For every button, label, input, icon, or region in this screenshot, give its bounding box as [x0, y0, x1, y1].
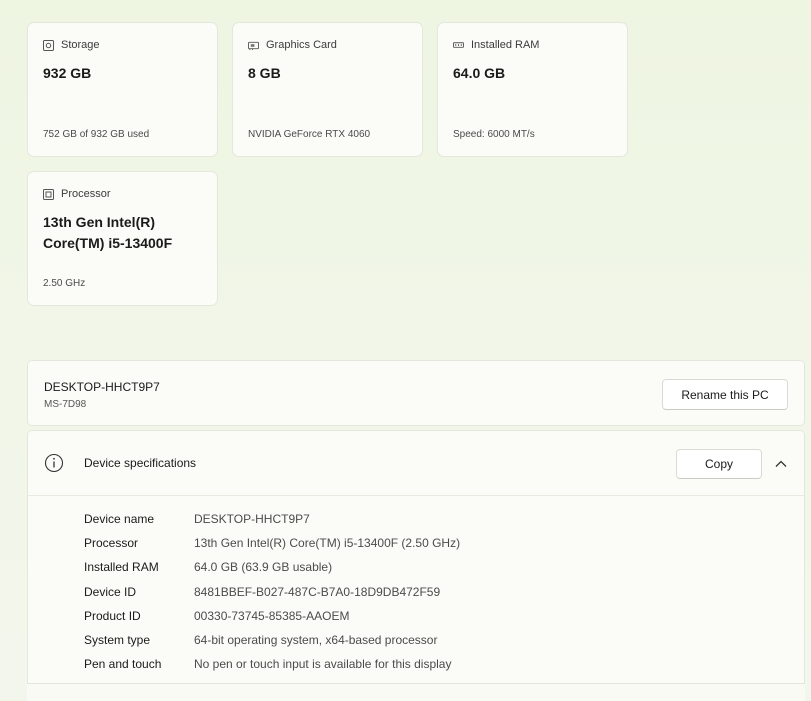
next-section-edge	[27, 683, 805, 701]
pc-name-panel: DESKTOP-HHCT9P7 MS-7D98 Rename this PC	[27, 360, 805, 426]
spec-value: No pen or touch input is available for t…	[194, 657, 452, 672]
device-specifications-panel: Device specifications Copy Device name D…	[27, 430, 805, 700]
spec-row: Device name DESKTOP-HHCT9P7	[84, 507, 460, 531]
spec-value: 64-bit operating system, x64-based proce…	[194, 633, 438, 648]
pc-name: DESKTOP-HHCT9P7	[44, 380, 160, 394]
copy-button[interactable]: Copy	[676, 449, 762, 479]
spec-row: Product ID 00330-73745-85385-AAOEM	[84, 604, 460, 628]
ram-card-sub: Speed: 6000 MT/s	[453, 129, 535, 140]
processor-icon	[43, 188, 54, 200]
spec-label: Processor	[84, 536, 139, 551]
graphics-card-card[interactable]: Graphics Card 8 GB NVIDIA GeForce RTX 40…	[232, 22, 423, 157]
processor-card-sub: 2.50 GHz	[43, 278, 86, 289]
processor-card-header: Processor	[43, 188, 111, 200]
chevron-up-icon[interactable]	[773, 456, 789, 472]
storage-card-sub: 752 GB of 932 GB used	[43, 129, 150, 140]
graphics-card-sub: NVIDIA GeForce RTX 4060	[248, 129, 371, 140]
storage-card-header: Storage	[43, 39, 100, 51]
spec-value: DESKTOP-HHCT9P7	[194, 512, 310, 527]
graphics-card-value: 8 GB	[248, 65, 281, 81]
storage-icon	[43, 39, 54, 51]
spec-row: Device ID 8481BBEF-B027-487C-B7A0-18D9DB…	[84, 580, 460, 604]
info-icon	[44, 453, 64, 473]
ram-card[interactable]: Installed RAM 64.0 GB Speed: 6000 MT/s	[437, 22, 628, 157]
ram-icon	[453, 40, 464, 51]
device-specifications-title: Device specifications	[84, 456, 197, 470]
storage-card[interactable]: Storage 932 GB 752 GB of 932 GB used	[27, 22, 218, 157]
spec-label: System type	[84, 633, 151, 648]
spec-label: Product ID	[84, 608, 141, 623]
spec-row: System type 64-bit operating system, x64…	[84, 628, 460, 652]
processor-card-value: 13th Gen Intel(R) Core(TM) i5-13400F	[43, 214, 173, 251]
ram-card-value: 64.0 GB	[453, 65, 506, 81]
pc-model: MS-7D98	[44, 399, 87, 410]
spec-label: Device ID	[84, 584, 137, 599]
graphics-card-icon	[248, 40, 259, 51]
rename-pc-button[interactable]: Rename this PC	[662, 379, 788, 410]
ram-card-header: Installed RAM	[453, 39, 539, 51]
spec-row: Installed RAM 64.0 GB (63.9 GB usable)	[84, 555, 460, 579]
graphics-card-header: Graphics Card	[248, 39, 337, 51]
device-specifications-list: Device name DESKTOP-HHCT9P7 Processor 13…	[84, 507, 460, 676]
spec-label: Installed RAM	[84, 560, 159, 575]
device-specifications-header[interactable]: Device specifications Copy	[28, 431, 804, 496]
spec-value: 00330-73745-85385-AAOEM	[194, 608, 350, 623]
graphics-card-title: Graphics Card	[266, 39, 337, 51]
spec-label: Device name	[84, 512, 155, 527]
spec-value: 13th Gen Intel(R) Core(TM) i5-13400F (2.…	[194, 536, 461, 551]
spec-value: 8481BBEF-B027-487C-B7A0-18D9DB472F59	[194, 584, 441, 599]
storage-card-title: Storage	[61, 39, 100, 51]
processor-card-title: Processor	[61, 188, 111, 200]
spec-row: Pen and touch No pen or touch input is a…	[84, 652, 460, 676]
storage-card-value: 932 GB	[43, 65, 92, 81]
processor-card[interactable]: Processor 13th Gen Intel(R) Core(TM) i5-…	[27, 171, 218, 306]
ram-card-title: Installed RAM	[471, 39, 540, 51]
spec-row: Processor 13th Gen Intel(R) Core(TM) i5-…	[84, 531, 460, 555]
spec-label: Pen and touch	[84, 657, 162, 672]
spec-value: 64.0 GB (63.9 GB usable)	[194, 560, 333, 575]
